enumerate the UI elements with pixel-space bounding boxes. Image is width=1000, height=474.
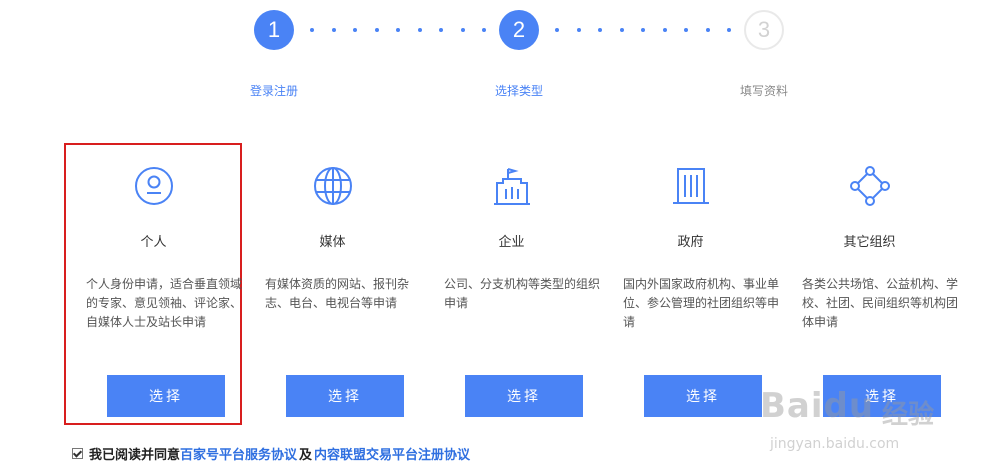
select-other-organization-button[interactable]: 选择 (823, 375, 941, 417)
card-description: 个人身份申请，适合垂直领域的专家、意见领袖、评论家、自媒体人士及站长申请 (86, 277, 243, 329)
network-icon (849, 166, 890, 206)
agreement-row: 我已阅读并同意 百家号平台服务协议 及 内容联盟交易平台注册协议 (72, 444, 470, 463)
step-connector-2 (555, 28, 731, 32)
card-description: 各类公共场馆、公益机构、学校、社团、民间组织等机构团体申请 (802, 277, 959, 329)
step-3-circle: 3 (744, 10, 784, 50)
select-media-button[interactable]: 选择 (286, 375, 404, 417)
agreement-prefix: 我已阅读并同意 (89, 448, 181, 463)
card-description: 国内外国家政府机构、事业单位、参公管理的社团组织等申请 (623, 277, 780, 329)
card-description: 有媒体资质的网站、报刊杂志、电台、电视台等申请 (265, 277, 410, 310)
government-building-icon (672, 168, 709, 204)
registration-agreement-link[interactable]: 内容联盟交易平台注册协议 (314, 444, 470, 463)
card-description: 公司、分支机构等类型的组织申请 (444, 277, 601, 310)
globe-icon (313, 167, 352, 205)
step-2-circle: 2 (499, 10, 539, 50)
person-icon (134, 167, 173, 205)
watermark-url: jingyan.baidu.com (770, 436, 900, 452)
agreement-connector: 及 (299, 448, 313, 463)
card-title: 其它组织 (843, 235, 896, 250)
card-title: 政府 (677, 235, 704, 250)
service-agreement-link[interactable]: 百家号平台服务协议 (180, 444, 297, 463)
building-icon (493, 168, 530, 205)
step-1-label: 登录注册 (249, 84, 299, 98)
step-connector-1 (310, 28, 486, 32)
card-title: 企业 (498, 235, 525, 250)
step-1-circle: 1 (254, 10, 294, 50)
select-government-button[interactable]: 选择 (644, 375, 762, 417)
select-enterprise-button[interactable]: 选择 (465, 375, 583, 417)
step-3-label: 填写资料 (739, 84, 789, 98)
card-title: 个人 (140, 235, 167, 250)
agreement-checkbox[interactable] (72, 448, 83, 459)
select-personal-button[interactable]: 选择 (107, 375, 225, 417)
step-2-label: 选择类型 (494, 84, 544, 98)
card-title: 媒体 (319, 235, 346, 250)
